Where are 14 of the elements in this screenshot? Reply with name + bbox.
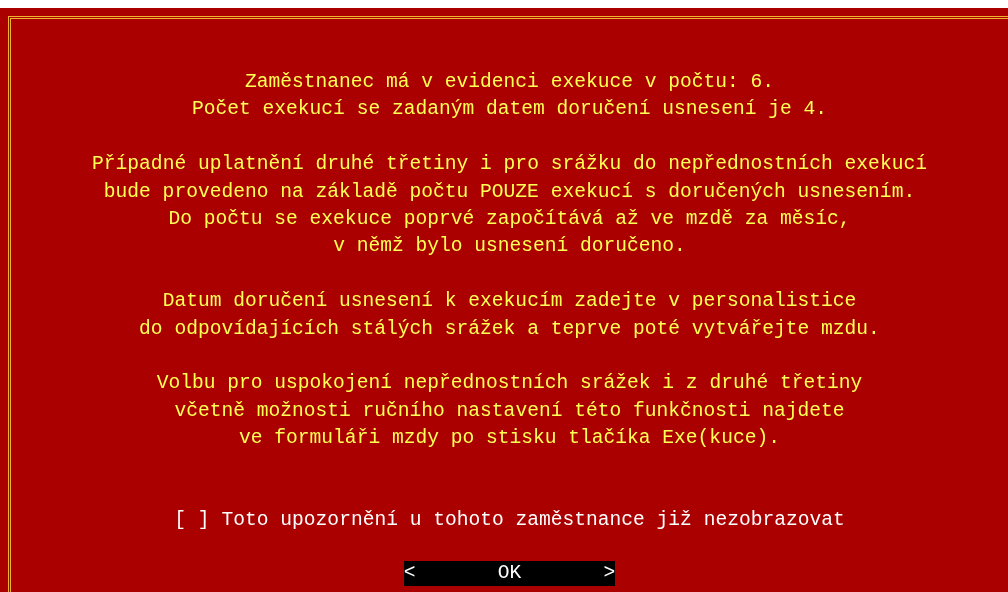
message-line: bude provedeno na základě počtu POUZE exekucí s doručených usnesením. [103, 179, 916, 205]
checkbox-label: Toto upozornění u tohoto zaměstnance již nezobrazovat [221, 508, 845, 534]
message-line: Případné uplatnění druhé třetiny i pro srážku do nepřednostních exekucí [92, 152, 927, 178]
message-line: Počet exekucí se zadaným datem doručení usnesení je 4. [192, 97, 827, 123]
checkbox[interactable]: [ ] [174, 507, 210, 535]
ok-button[interactable]: < OK > [403, 561, 616, 587]
message-line: do odpovídajících stálých srážek a teprve poté vytvářejte mzdu. [139, 316, 880, 342]
message-line: Datum doručení usnesení k exekucím zadejte v personalistice [162, 289, 857, 315]
message-line: Do počtu se exekuce poprvé započítává až ve mzdě za měsíc, [168, 207, 851, 232]
message-line: Zaměstnanec má v evidenci exekuce v počtu: 6. [244, 70, 775, 95]
message-line: v němž bylo usnesení doručeno. [333, 234, 686, 260]
message-line: včetně možnosti ručního nastavení této funkčnosti najdete [174, 398, 845, 424]
message-line: ve formuláři mzdy po stisku tlačíka Exe(kuce). [239, 426, 780, 452]
message-line: Volbu pro uspokojení nepřednostních srážek i z druhé třetiny [156, 371, 863, 397]
